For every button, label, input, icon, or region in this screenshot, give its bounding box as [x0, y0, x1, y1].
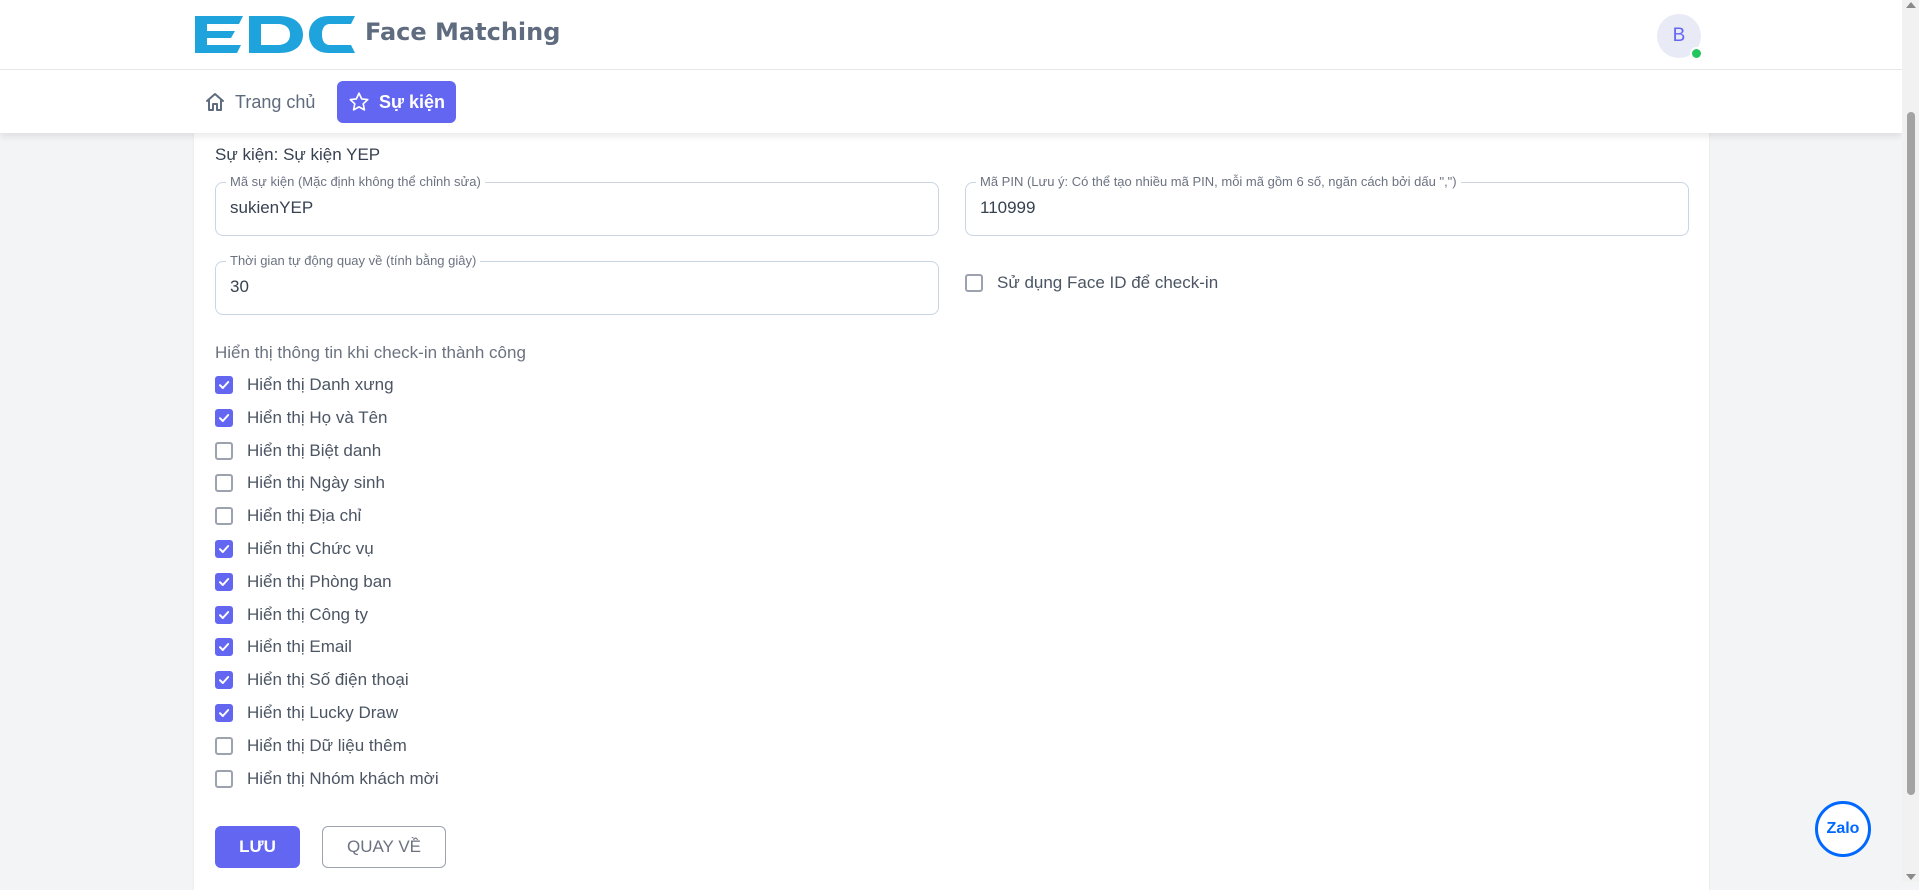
display-option-checkbox[interactable] — [215, 442, 233, 460]
pin-field[interactable]: Mã PIN (Lưu ý: Có thể tạo nhiều mã PIN, … — [965, 174, 1689, 236]
checkmark-icon — [219, 414, 230, 422]
event-code-label: Mã sự kiện (Mặc định không thể chỉnh sửa… — [226, 174, 485, 189]
scroll-up-arrow-icon[interactable] — [1906, 2, 1916, 8]
display-option-checkbox[interactable] — [215, 376, 233, 394]
display-option-label: Hiển thị Danh xưng — [247, 375, 394, 394]
timeout-label: Thời gian tự động quay về (tính bằng giâ… — [226, 253, 481, 268]
face-id-label: Sử dụng Face ID để check-in — [997, 273, 1219, 292]
display-option-label: Hiển thị Họ và Tên — [247, 408, 388, 427]
display-option-label: Hiển thị Dữ liệu thêm — [247, 736, 407, 755]
nav-home[interactable]: Trang chủ — [205, 82, 315, 122]
scroll-down-arrow-icon[interactable] — [1906, 874, 1916, 880]
zalo-label: Zalo — [1826, 820, 1860, 837]
nav-home-label: Trang chủ — [235, 91, 316, 112]
edc-logo[interactable] — [193, 14, 357, 55]
event-code-field[interactable]: Mã sự kiện (Mặc định không thể chỉnh sửa… — [215, 174, 939, 236]
display-option-checkbox[interactable] — [215, 737, 233, 755]
display-option-label: Hiển thị Chức vụ — [247, 539, 374, 558]
display-option-label: Hiển thị Công ty — [247, 605, 368, 624]
online-status-dot — [1690, 47, 1703, 60]
checkmark-icon — [219, 709, 230, 717]
display-option-label: Hiển thị Lucky Draw — [247, 703, 399, 722]
display-option-checkbox[interactable] — [215, 704, 233, 722]
display-section-title: Hiển thị thông tin khi check-in thành cô… — [215, 343, 526, 362]
app-title: Face Matching — [365, 18, 561, 46]
display-option-checkbox[interactable] — [215, 606, 233, 624]
nav-events[interactable]: Sự kiện — [337, 81, 456, 123]
display-option-checkbox[interactable] — [215, 540, 233, 558]
checkmark-icon — [219, 676, 230, 684]
display-option-checkbox[interactable] — [215, 638, 233, 656]
display-option-label: Hiển thị Phòng ban — [247, 572, 392, 591]
display-option-label: Hiển thị Số điện thoại — [247, 670, 409, 689]
timeout-value: 30 — [230, 277, 249, 296]
display-option-checkbox[interactable] — [215, 671, 233, 689]
main-nav: Trang chủ Sự kiện — [0, 70, 1902, 133]
star-icon — [349, 92, 369, 111]
zalo-chat-button[interactable]: Zalo — [1815, 801, 1871, 857]
display-option-label: Hiển thị Email — [247, 637, 352, 656]
save-button[interactable]: LƯU — [215, 826, 300, 868]
event-heading: Sự kiện: Sự kiện YEP — [215, 145, 381, 164]
display-option-checkbox[interactable] — [215, 573, 233, 591]
display-option-label: Hiển thị Biệt danh — [247, 441, 382, 460]
display-option-checkbox[interactable] — [215, 770, 233, 788]
checkmark-icon — [219, 611, 230, 619]
display-option-label: Hiển thị Địa chỉ — [247, 506, 362, 525]
back-button[interactable]: QUAY VỀ — [322, 826, 446, 868]
display-option-checkbox[interactable] — [215, 474, 233, 492]
checkmark-icon — [219, 381, 230, 389]
pin-value: 110999 — [980, 198, 1036, 217]
pin-label: Mã PIN (Lưu ý: Có thể tạo nhiều mã PIN, … — [976, 174, 1461, 189]
home-icon — [206, 93, 224, 111]
display-option-checkbox[interactable] — [215, 409, 233, 427]
top-bar: Face Matching B — [0, 0, 1902, 70]
face-id-checkbox[interactable] — [965, 274, 983, 292]
event-code-value: sukienYEP — [230, 198, 314, 217]
page-scrollbar[interactable] — [1902, 0, 1919, 882]
display-option-label: Hiển thị Ngày sinh — [247, 473, 385, 492]
nav-events-label: Sự kiện — [378, 91, 446, 112]
scroll-thumb[interactable] — [1907, 112, 1915, 795]
checkmark-icon — [219, 578, 230, 586]
checkmark-icon — [219, 545, 230, 553]
checkmark-icon — [219, 643, 230, 651]
timeout-field[interactable]: Thời gian tự động quay về (tính bằng giâ… — [215, 253, 939, 315]
display-option-label: Hiển thị Nhóm khách mời — [247, 769, 439, 788]
display-option-checkbox[interactable] — [215, 507, 233, 525]
